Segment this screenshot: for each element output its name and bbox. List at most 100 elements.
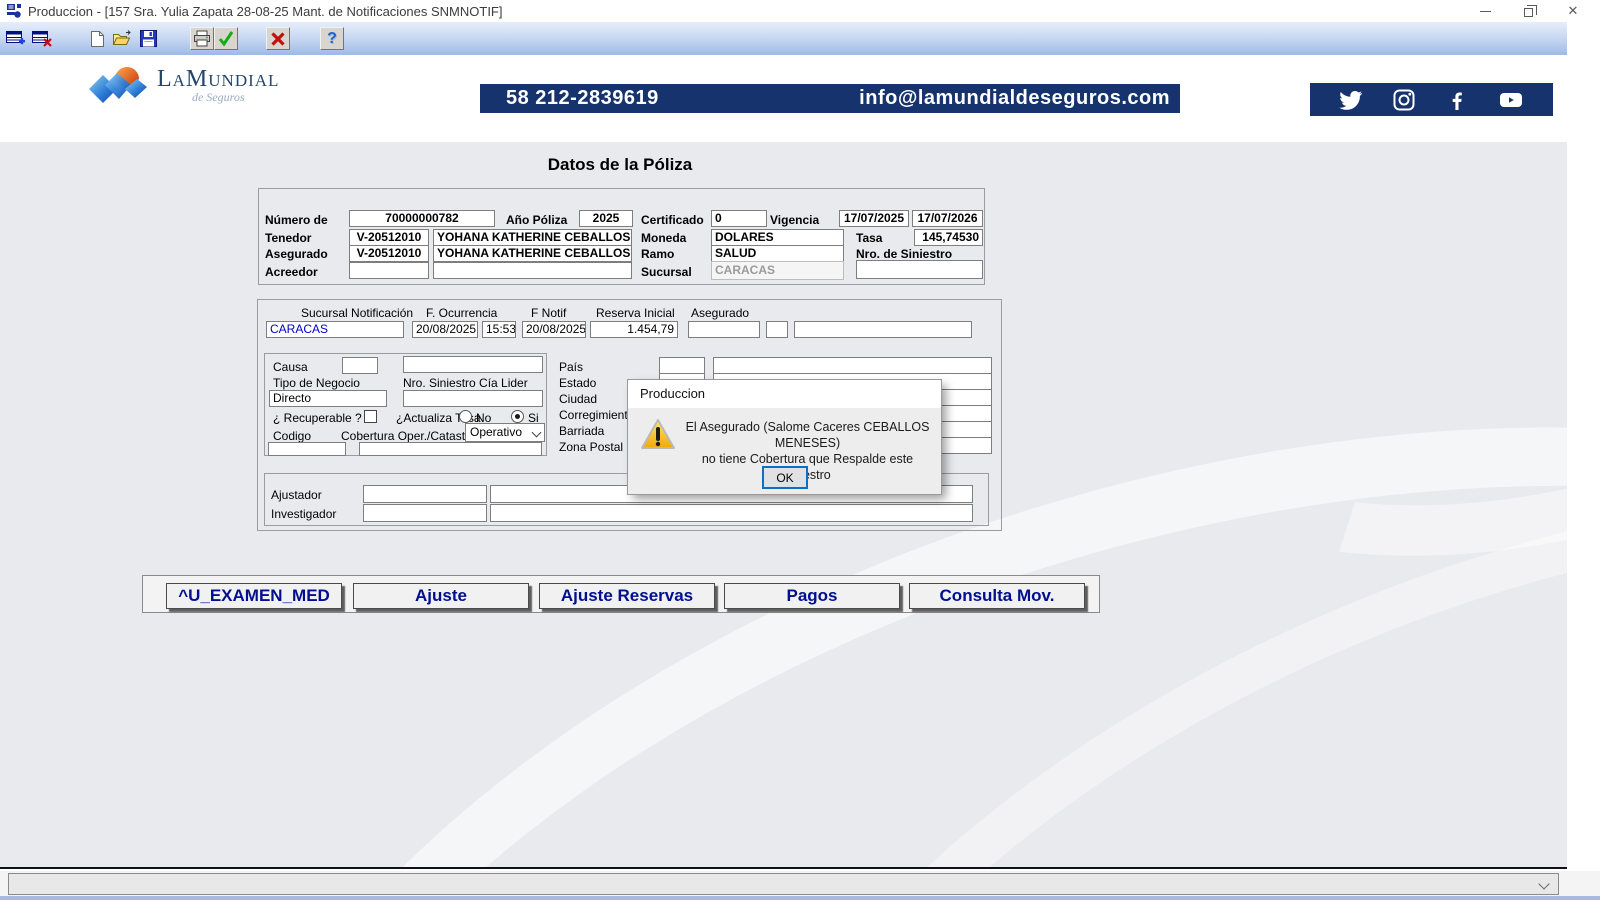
- causa-label: Causa: [273, 360, 308, 374]
- cia-lider-label: Nro. Siniestro Cía Lider: [403, 376, 528, 390]
- sucursal-notif-field[interactable]: CARACAS: [266, 321, 404, 338]
- tipo-negocio-field[interactable]: Directo: [269, 390, 387, 407]
- print-button[interactable]: [190, 27, 214, 50]
- sucursal-label: Sucursal: [641, 265, 692, 279]
- help-button[interactable]: ?: [320, 27, 344, 50]
- asegurado-label: Asegurado: [265, 247, 328, 261]
- form-canvas: Datos de la Póliza Número de 70000000782…: [0, 142, 1567, 869]
- action-button-bar: ^U_EXAMEN_MED Ajuste Ajuste Reservas Pag…: [142, 575, 1100, 613]
- brand-tagline: de Seguros: [157, 90, 279, 105]
- codigo-field[interactable]: [268, 442, 346, 456]
- restore-button[interactable]: [1508, 0, 1548, 22]
- consulta-mov-button[interactable]: Consulta Mov.: [909, 583, 1085, 609]
- nro-siniestro-field[interactable]: [856, 260, 983, 279]
- ocurrencia-fecha-field[interactable]: 20/08/2025: [412, 321, 478, 338]
- save-button[interactable]: [136, 27, 160, 50]
- investigador-codigo-field[interactable]: [363, 504, 487, 522]
- examen-med-button[interactable]: ^U_EXAMEN_MED: [166, 583, 342, 609]
- cancel-x-icon: [270, 31, 286, 47]
- close-button[interactable]: ✕: [1553, 0, 1593, 22]
- asegurado-nombre-field[interactable]: YOHANA KATHERINE CEBALLOS: [433, 245, 632, 262]
- sucursal-field: CARACAS: [711, 261, 844, 280]
- recuperable-checkbox[interactable]: [364, 410, 377, 423]
- ocurrencia-hora-field[interactable]: 15:53: [482, 321, 516, 338]
- youtube-icon[interactable]: [1498, 88, 1524, 112]
- ramo-field[interactable]: SALUD: [711, 245, 844, 262]
- asegurado-nombre-notif-field[interactable]: [794, 321, 972, 338]
- causa-codigo-field[interactable]: [342, 357, 378, 374]
- notif-fecha-field[interactable]: 20/08/2025: [522, 321, 586, 338]
- minimize-button[interactable]: [1465, 0, 1505, 22]
- acreedor-id-field[interactable]: [349, 262, 429, 279]
- asegurado-codigo-field[interactable]: [688, 321, 760, 338]
- confirm-check-icon: [217, 30, 235, 47]
- add-record-button[interactable]: [4, 27, 28, 50]
- policy-data-box: Número de 70000000782 Año Póliza 2025 Ce…: [258, 188, 985, 285]
- pagos-button[interactable]: Pagos: [724, 583, 900, 609]
- ajuste-button[interactable]: Ajuste: [353, 583, 529, 609]
- new-document-button[interactable]: [85, 27, 109, 50]
- vigencia-desde-field[interactable]: 17/07/2025: [839, 210, 909, 227]
- open-folder-button[interactable]: [110, 27, 134, 50]
- tipo-negocio-label: Tipo de Negocio: [273, 376, 360, 390]
- investigador-nombre-field[interactable]: [490, 504, 973, 522]
- cobertura-dropdown[interactable]: Operativo: [465, 423, 545, 442]
- actualiza-si-radio[interactable]: [511, 410, 524, 423]
- codigo-label: Codigo: [273, 429, 311, 443]
- titlebar: Produccion - [157 Sra. Yulia Zapata 28-0…: [0, 0, 1600, 22]
- dialog-body: El Asegurado (Salome Caceres CEBALLOS ME…: [628, 408, 941, 494]
- numero-field[interactable]: 70000000782: [349, 210, 495, 227]
- add-record-icon: [6, 30, 26, 48]
- instagram-icon[interactable]: [1392, 88, 1416, 112]
- asegurado-tipo-field[interactable]: [766, 321, 788, 338]
- warning-icon: [640, 418, 676, 451]
- acreedor-label: Acreedor: [265, 265, 318, 279]
- f-ocurrencia-label: F. Ocurrencia: [426, 306, 497, 320]
- delete-record-button[interactable]: [30, 27, 54, 50]
- new-document-icon: [89, 30, 105, 48]
- pais-field[interactable]: [713, 357, 992, 374]
- tasa-field[interactable]: 145,74530: [914, 229, 983, 246]
- ramo-label: Ramo: [641, 247, 674, 261]
- tenedor-label: Tenedor: [265, 231, 311, 245]
- certificado-field[interactable]: 0: [711, 210, 767, 227]
- actualiza-no-radio[interactable]: [459, 410, 472, 423]
- cobertura-descripcion-field[interactable]: [359, 442, 542, 456]
- print-icon: [193, 30, 211, 47]
- twitter-icon[interactable]: [1339, 88, 1363, 112]
- cancel-button[interactable]: [266, 27, 290, 50]
- estado-label: Estado: [559, 376, 596, 390]
- vigencia-hasta-field[interactable]: 17/07/2026: [912, 210, 983, 227]
- f-notif-label: F Notif: [531, 306, 566, 320]
- ajustador-codigo-field[interactable]: [363, 485, 487, 503]
- facebook-icon[interactable]: [1445, 88, 1469, 112]
- cia-lider-field[interactable]: [403, 390, 543, 407]
- asegurado-notif-label: Asegurado: [691, 306, 749, 320]
- acreedor-nombre-field[interactable]: [433, 262, 632, 279]
- status-dropdown[interactable]: [8, 873, 1559, 895]
- causa-box: Causa Tipo de Negocio Nro. Siniestro Cía…: [264, 353, 547, 456]
- page-title: Datos de la Póliza: [420, 155, 820, 175]
- reserva-inicial-field[interactable]: 1.454,79: [590, 321, 678, 338]
- asegurado-id-field[interactable]: V-20512010: [349, 245, 429, 262]
- moneda-field[interactable]: DOLARES: [711, 229, 844, 246]
- social-bar: [1310, 83, 1553, 116]
- message-dialog: Produccion El Asegurado (Salome Caceres …: [628, 380, 941, 494]
- anio-poliza-field[interactable]: 2025: [579, 210, 633, 227]
- company-header: LaMundial de Seguros 58 212-2839619 info…: [0, 55, 1567, 142]
- tenedor-id-field[interactable]: V-20512010: [349, 229, 429, 246]
- tasa-label: Tasa: [856, 231, 882, 245]
- barriada-label: Barriada: [559, 424, 604, 438]
- brand-name: LaMundial: [157, 68, 279, 90]
- vigencia-label: Vigencia: [770, 213, 819, 227]
- email-address: info@lamundialdeseguros.com: [859, 87, 1170, 110]
- save-icon: [140, 30, 157, 47]
- tenedor-nombre-field[interactable]: YOHANA KATHERINE CEBALLOS: [433, 229, 632, 246]
- pais-label: País: [559, 360, 583, 374]
- confirm-button[interactable]: [214, 27, 238, 50]
- application-window: Produccion - [157 Sra. Yulia Zapata 28-0…: [0, 0, 1600, 900]
- pais-codigo-field[interactable]: [659, 357, 705, 374]
- causa-descripcion-field[interactable]: [403, 356, 543, 373]
- ok-button[interactable]: OK: [762, 466, 808, 489]
- ajuste-reservas-button[interactable]: Ajuste Reservas: [539, 583, 715, 609]
